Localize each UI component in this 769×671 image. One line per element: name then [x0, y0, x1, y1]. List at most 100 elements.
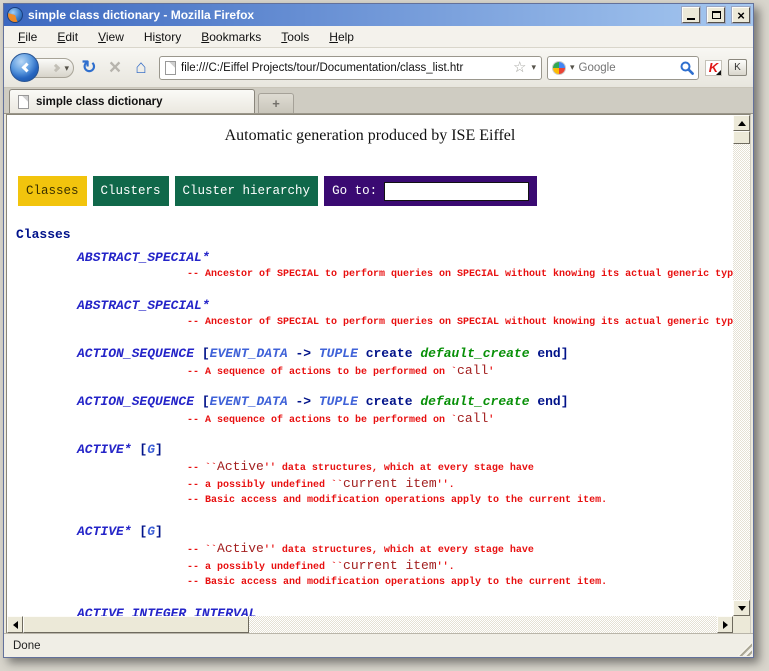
class-entry: ACTION_SEQUENCE [EVENT_DATA -> TUPLE cre… [7, 394, 733, 427]
vertical-scroll-track[interactable] [733, 144, 750, 600]
scroll-up-button[interactable] [733, 115, 750, 131]
code-segment: end] [530, 394, 569, 409]
code-segment: create [358, 346, 420, 361]
back-button[interactable] [10, 53, 39, 82]
code-segment: G [147, 524, 155, 539]
menu-item-help[interactable]: Help [321, 28, 362, 46]
kaspersky-glyph: K [709, 61, 718, 74]
tab-label: simple class dictionary [36, 96, 163, 108]
title-bar: simple class dictionary - Mozilla Firefo… [4, 4, 753, 26]
menu-item-history[interactable]: History [136, 28, 189, 46]
arrow-left-icon [13, 621, 18, 629]
comment-segment: current item [343, 476, 437, 491]
class-comment: -- Basic access and modification operati… [187, 492, 733, 509]
code-segment: EVENT_DATA [210, 394, 288, 409]
search-magnifier-icon[interactable] [680, 61, 694, 75]
nav-button-classes[interactable]: Classes [18, 176, 87, 206]
status-bar: Done [4, 633, 753, 657]
class-name-link[interactable]: ACTIVE* [77, 524, 132, 539]
back-icon [21, 63, 31, 73]
horizontal-scroll-track[interactable] [249, 616, 717, 633]
code-segment: [ [194, 394, 210, 409]
code-segment: TUPLE [319, 346, 358, 361]
class-name-link[interactable]: ACTION_SEQUENCE [77, 346, 194, 361]
tab-bar: simple class dictionary + [4, 88, 753, 114]
comment-segment: -- Basic access and modification operati… [187, 495, 607, 506]
minimize-button[interactable] [682, 7, 700, 23]
comment-segment: -- `` [187, 463, 217, 474]
arrow-up-icon [738, 121, 746, 126]
comment-segment: ''. [437, 562, 455, 573]
tab-simple-class-dictionary[interactable]: simple class dictionary [9, 89, 255, 113]
comment-segment: -- Ancestor of SPECIAL to perform querie… [187, 269, 733, 280]
reload-button[interactable]: ↻ [76, 57, 102, 78]
nav-button-clusters[interactable]: Clusters [93, 176, 169, 206]
menu-item-view[interactable]: View [90, 28, 132, 46]
goto-panel: Go to: [324, 176, 537, 206]
menu-item-tools[interactable]: Tools [273, 28, 317, 46]
class-comment: -- a possibly undefined ``current item''… [187, 475, 733, 492]
scroll-left-button[interactable] [7, 616, 23, 633]
comment-segment: -- A sequence of actions to be performed… [187, 415, 457, 426]
code-segment: default_create [420, 394, 529, 409]
new-tab-button[interactable]: + [258, 93, 294, 113]
class-name-link[interactable]: ACTIVE_INTEGER_INTERVAL [77, 606, 256, 616]
menu-item-bookmarks[interactable]: Bookmarks [193, 28, 269, 46]
class-name-link[interactable]: ACTIVE* [77, 442, 132, 457]
code-segment: end] [530, 346, 569, 361]
vertical-scroll-thumb[interactable] [733, 131, 750, 144]
class-name-link[interactable]: ACTION_SEQUENCE [77, 394, 194, 409]
comment-segment: call [457, 363, 488, 378]
comment-segment: -- Basic access and modification operati… [187, 577, 607, 588]
minimize-icon [687, 18, 695, 20]
history-dropdown-icon[interactable]: ▾ [64, 64, 69, 73]
scroll-right-button[interactable] [717, 616, 733, 633]
horizontal-scrollbar[interactable] [7, 616, 733, 633]
class-comment: -- A sequence of actions to be performed… [187, 362, 733, 379]
class-list: ABSTRACT_SPECIAL* -- Ancestor of SPECIAL … [7, 250, 733, 616]
comment-segment: current item [343, 558, 437, 573]
home-button[interactable]: ⌂ [128, 57, 154, 79]
class-entry: ACTIVE* [G]-- ``Active'' data structures… [7, 442, 733, 509]
class-comment: -- Ancestor of SPECIAL to perform querie… [187, 266, 733, 283]
k-extension-button[interactable]: K [728, 59, 747, 76]
menu-item-file[interactable]: File [10, 28, 45, 46]
bookmark-star-icon[interactable]: ☆ [513, 60, 526, 75]
url-input[interactable] [181, 62, 508, 74]
status-text: Done [13, 640, 41, 652]
nav-toolbar: ▾ ↻ × ⌂ ☆ ▾ ▾ K K [4, 48, 753, 88]
code-segment: G [147, 442, 155, 457]
comment-segment: ' [488, 415, 494, 426]
resize-grip[interactable] [738, 642, 752, 656]
close-button[interactable]: × [732, 7, 750, 23]
comment-segment: Active [217, 541, 264, 556]
kaspersky-icon[interactable]: K [705, 60, 722, 76]
menu-item-edit[interactable]: Edit [49, 28, 86, 46]
stop-button[interactable]: × [102, 56, 128, 80]
window-title: simple class dictionary - Mozilla Firefo… [28, 8, 675, 22]
class-name-line: ACTIVE_INTEGER_INTERVAL [77, 606, 733, 616]
nav-button-cluster-hierarchy[interactable]: Cluster hierarchy [175, 176, 319, 206]
scrollbar-corner [733, 616, 750, 633]
comment-segment: Active [217, 459, 264, 474]
vertical-scrollbar[interactable] [733, 115, 750, 616]
google-engine-icon[interactable] [552, 61, 566, 75]
search-input[interactable] [579, 62, 676, 74]
scroll-down-button[interactable] [733, 600, 750, 616]
doc-nav-buttons: ClassesClustersCluster hierarchy [18, 176, 318, 206]
comment-segment: -- `` [187, 545, 217, 556]
class-name-line: ABSTRACT_SPECIAL* [77, 298, 733, 314]
class-name-link[interactable]: ABSTRACT_SPECIAL* [77, 298, 210, 313]
code-segment: default_create [420, 346, 529, 361]
doc-nav-row: ClassesClustersCluster hierarchy Go to: [18, 176, 537, 206]
goto-input[interactable] [384, 182, 529, 201]
comment-segment: ' [488, 367, 494, 378]
code-segment: ] [155, 524, 163, 539]
horizontal-scroll-thumb[interactable] [23, 616, 249, 633]
url-dropdown-icon[interactable]: ▾ [531, 63, 536, 72]
maximize-button[interactable] [707, 7, 725, 23]
back-forward-group: ▾ [10, 53, 76, 82]
class-name-link[interactable]: ABSTRACT_SPECIAL* [77, 250, 210, 265]
engine-dropdown-icon[interactable]: ▾ [570, 63, 575, 72]
code-segment: -> [288, 394, 319, 409]
